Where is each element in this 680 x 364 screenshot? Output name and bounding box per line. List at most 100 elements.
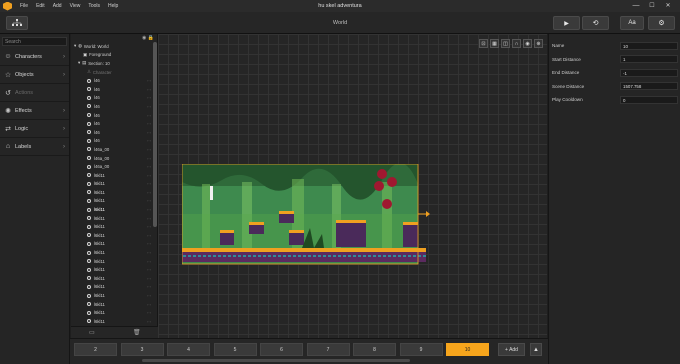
minimize-button[interactable]: — bbox=[630, 1, 642, 11]
page-tab[interactable]: 7 bbox=[306, 343, 350, 356]
visibility-toggle-icon[interactable]: ◦ ◦ bbox=[147, 293, 151, 298]
visibility-toggle-icon[interactable]: ◦ ◦ bbox=[147, 302, 151, 307]
category-labels[interactable]: ⌂ Labels › bbox=[0, 138, 69, 156]
visibility-toggle-icon[interactable]: ◦ ◦ bbox=[147, 310, 151, 315]
visibility-toggle-icon[interactable]: ◦ ◦ bbox=[147, 259, 151, 264]
visibility-toggle-icon[interactable]: ◦ ◦ bbox=[147, 233, 151, 238]
visibility-toggle-icon[interactable]: ◦ ◦ bbox=[147, 241, 151, 246]
tree-item[interactable]: l6kl11 ◦ ◦ bbox=[71, 248, 157, 257]
visibility-toggle-icon[interactable]: ◦ ◦ bbox=[147, 113, 151, 118]
eye-icon[interactable]: ◉ bbox=[523, 39, 532, 48]
tree-item[interactable]: l46 ◦ ◦ bbox=[71, 102, 157, 111]
page-scrollbar[interactable] bbox=[142, 359, 410, 362]
tree-item[interactable]: l6kl11 ◦ ◦ bbox=[71, 300, 157, 309]
tree-item[interactable]: l6kl11 ◦ ◦ bbox=[71, 214, 157, 223]
visibility-toggle-icon[interactable]: ◦ ◦ bbox=[147, 190, 151, 195]
tree-foreground[interactable]: ▣ Foreground bbox=[71, 51, 157, 60]
tree-item[interactable]: l6kl11 ◦ ◦ bbox=[71, 197, 157, 206]
page-tab[interactable]: 4 bbox=[167, 343, 210, 356]
category-objects[interactable]: ☆ Objects › bbox=[0, 66, 69, 84]
visibility-toggle-icon[interactable]: ◦ ◦ bbox=[147, 138, 151, 143]
tree-item[interactable]: l6kl11 ◦ ◦ bbox=[71, 222, 157, 231]
add-page-button[interactable]: + Add bbox=[498, 343, 525, 356]
tree-section[interactable]: ▾ ▤ Section: 10 bbox=[71, 59, 157, 68]
snap-icon[interactable]: ∩ bbox=[512, 39, 521, 48]
tree-item[interactable]: l46a_00 ◦ ◦ bbox=[71, 145, 157, 154]
tree-item[interactable]: l6kl11 ◦ ◦ bbox=[71, 240, 157, 249]
page-tab[interactable]: 9 bbox=[399, 343, 443, 356]
tree-item[interactable]: l46 ◦ ◦ bbox=[71, 85, 157, 94]
menu-tools[interactable]: Tools bbox=[88, 3, 100, 9]
chevron-up-icon[interactable]: ▲ bbox=[530, 343, 542, 356]
trash-icon[interactable]: 🗑 bbox=[133, 329, 141, 336]
visibility-toggle-icon[interactable]: ◦ ◦ bbox=[147, 319, 151, 324]
page-tab[interactable]: 2 bbox=[74, 343, 117, 356]
level-preview[interactable] bbox=[182, 164, 430, 266]
search-input[interactable]: Search bbox=[2, 37, 67, 46]
menu-add[interactable]: Add bbox=[53, 3, 62, 9]
visibility-toggle-icon[interactable]: ◦ ◦ bbox=[147, 181, 151, 186]
play-cooldown-field[interactable]: 0 bbox=[620, 95, 678, 104]
name-field[interactable]: 10 bbox=[620, 41, 678, 50]
folder-icon[interactable]: ▭ bbox=[89, 329, 95, 336]
tree-item[interactable]: l6kl11 ◦ ◦ bbox=[71, 188, 157, 197]
menu-help[interactable]: Help bbox=[108, 3, 118, 9]
zoom-icon[interactable]: ⊕ bbox=[534, 39, 543, 48]
tree-item[interactable]: l6kl11 ◦ ◦ bbox=[71, 283, 157, 292]
page-tab[interactable]: 5 bbox=[213, 343, 257, 356]
visibility-toggle-icon[interactable]: ◦ ◦ bbox=[147, 198, 151, 203]
menu-file[interactable]: File bbox=[20, 3, 28, 9]
tree-scrollbar[interactable] bbox=[153, 42, 157, 227]
start-distance-field[interactable]: 1 bbox=[620, 55, 678, 64]
visibility-toggle-icon[interactable]: ◦ ◦ bbox=[147, 267, 151, 272]
tree-item[interactable]: l46 ◦ ◦ bbox=[71, 137, 157, 146]
tree-item[interactable]: l6kl11 ◦ ◦ bbox=[71, 291, 157, 300]
visibility-toggle-icon[interactable]: ◦ ◦ bbox=[147, 104, 151, 109]
visibility-toggle-icon[interactable]: ◦ ◦ bbox=[147, 216, 151, 221]
visibility-toggle-icon[interactable]: ◦ ◦ bbox=[147, 284, 151, 289]
tree-item[interactable]: l6kl11 ◦ ◦ bbox=[71, 180, 157, 189]
tree-item[interactable]: l46 ◦ ◦ bbox=[71, 119, 157, 128]
tree-item[interactable]: l6kl11 ◦ ◦ bbox=[71, 308, 157, 317]
page-tab[interactable]: 8 bbox=[353, 343, 396, 356]
visibility-toggle-icon[interactable]: ◦ ◦ bbox=[147, 78, 151, 83]
close-button[interactable]: ✕ bbox=[662, 1, 674, 11]
visibility-toggle-icon[interactable]: ◦ ◦ bbox=[147, 164, 151, 169]
tree-world[interactable]: ▾ ◍ World: World bbox=[71, 42, 157, 51]
tree-item[interactable]: l46 ◦ ◦ bbox=[71, 76, 157, 85]
visibility-toggle-icon[interactable]: ◦ ◦ bbox=[147, 95, 151, 100]
tree-item[interactable]: l6kl11 ◦ ◦ bbox=[71, 171, 157, 180]
end-distance-field[interactable]: -1 bbox=[620, 68, 678, 77]
visibility-toggle-icon[interactable]: ◦ ◦ bbox=[147, 147, 151, 152]
category-effects[interactable]: ✺ Effects › bbox=[0, 102, 69, 120]
category-characters[interactable]: ☺ Characters › bbox=[0, 48, 69, 66]
visibility-toggle-icon[interactable]: ◦ ◦ bbox=[147, 130, 151, 135]
visibility-toggle-icon[interactable]: ◦ ◦ bbox=[147, 173, 151, 178]
page-tab[interactable]: 6 bbox=[260, 343, 303, 356]
page-tab[interactable]: 3 bbox=[120, 343, 164, 356]
layers-icon[interactable]: ◫ bbox=[501, 39, 510, 48]
tree-item[interactable]: l46 ◦ ◦ bbox=[71, 111, 157, 120]
visibility-toggle-icon[interactable]: ◦ ◦ bbox=[147, 250, 151, 255]
tree-item[interactable]: l46 ◦ ◦ bbox=[71, 94, 157, 103]
scene-distance-field[interactable]: 1507.758 bbox=[620, 82, 678, 91]
visibility-toggle-icon[interactable]: ◦ ◦ bbox=[147, 276, 151, 281]
tree-item[interactable]: l6kl11 ◦ ◦ bbox=[71, 257, 157, 266]
visibility-toggle-icon[interactable]: ◦ ◦ bbox=[147, 121, 151, 126]
font-button[interactable]: Aa bbox=[620, 16, 644, 30]
visibility-toggle-icon[interactable]: ◦ ◦ bbox=[147, 87, 151, 92]
menu-view[interactable]: View bbox=[70, 3, 81, 9]
visibility-toggle-icon[interactable]: ◦ ◦ bbox=[147, 156, 151, 161]
category-logic[interactable]: ⇄ Logic › bbox=[0, 120, 69, 138]
tree-item[interactable]: l46 ◦ ◦ bbox=[71, 128, 157, 137]
tree-item[interactable]: l46a_00 ◦ ◦ bbox=[71, 162, 157, 171]
category-actions[interactable]: ↺ Actions bbox=[0, 84, 69, 102]
tree-item[interactable]: l6kl11 ◦ ◦ bbox=[71, 274, 157, 283]
tree-character[interactable]: ♙ Character bbox=[71, 68, 157, 77]
tree-item[interactable]: l6kl11 ◦ ◦ bbox=[71, 231, 157, 240]
tree-item[interactable]: l6kl11 ◦ ◦ bbox=[71, 265, 157, 274]
play-button[interactable]: ▶ bbox=[553, 16, 580, 30]
visibility-toggle-icon[interactable]: ◦ ◦ bbox=[147, 224, 151, 229]
tree-item[interactable]: l6kl11 ◦ ◦ bbox=[71, 205, 157, 214]
replay-button[interactable]: ⟲ bbox=[582, 16, 609, 30]
